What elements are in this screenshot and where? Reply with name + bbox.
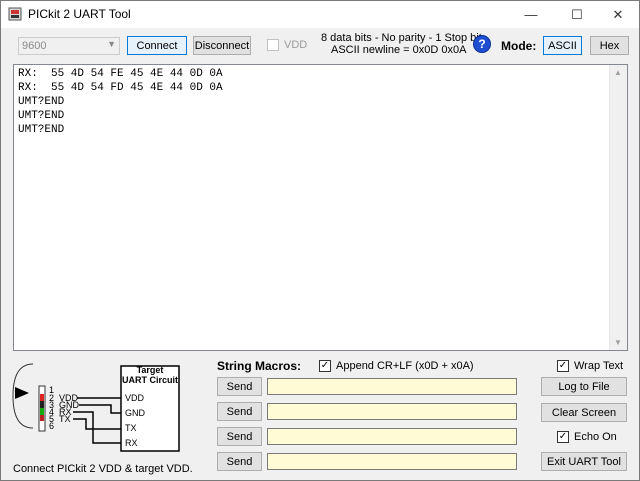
disconnect-button[interactable]: Disconnect: [193, 36, 251, 55]
close-button[interactable]: ✕: [595, 1, 640, 28]
title-bar: PICkit 2 UART Tool — ☐ ✕: [1, 1, 639, 28]
console-line: RX: 55 4D 54 FD 45 4E 44 0D 0A: [18, 82, 223, 94]
send-macro-1-button[interactable]: Send: [217, 377, 262, 396]
uart-tool-window: PICkit 2 UART Tool — ☐ ✕ 9600 ▼ Connect …: [0, 0, 640, 481]
baud-rate-select[interactable]: 9600 ▼: [18, 37, 120, 55]
check-icon: ✓: [558, 360, 568, 371]
macro-1-input[interactable]: [267, 378, 517, 395]
target-title: Target: [137, 365, 164, 375]
target-pin-label: RX: [125, 438, 138, 448]
target-subtitle: UART Circuit: [122, 375, 178, 385]
append-crlf-label: Append CR+LF (x0D + x0A): [336, 360, 474, 372]
scroll-down-icon[interactable]: ▼: [614, 338, 622, 347]
clear-screen-button[interactable]: Clear Screen: [541, 403, 627, 422]
append-crlf-checkbox[interactable]: ✓: [319, 360, 331, 372]
send-macro-4-button[interactable]: Send: [217, 452, 262, 471]
echo-on-label: Echo On: [574, 431, 617, 443]
console-line: UMT?END: [18, 96, 65, 108]
wrap-text-label: Wrap Text: [574, 360, 624, 372]
chevron-down-icon: ▼: [107, 39, 116, 49]
console-line: UMT?END: [18, 110, 65, 122]
console-line: UMT?END: [18, 124, 65, 136]
macro-4-input[interactable]: [267, 453, 517, 470]
app-icon: [8, 7, 22, 21]
connect-button[interactable]: Connect: [127, 36, 187, 55]
newline-info: ASCII newline = 0x0D 0x0A: [331, 44, 467, 56]
mode-label: Mode:: [501, 39, 537, 53]
target-pin-label: TX: [125, 423, 137, 433]
scroll-up-icon[interactable]: ▲: [614, 68, 622, 77]
macro-2-input[interactable]: [267, 403, 517, 420]
help-icon: ?: [478, 37, 486, 51]
target-pin-label: GND: [125, 408, 146, 418]
window-title: PICkit 2 UART Tool: [28, 7, 131, 21]
baud-rate-value: 9600: [22, 40, 47, 52]
console-line: RX: 55 4D 54 FE 45 4E 44 0D 0A: [18, 68, 223, 80]
ascii-mode-button[interactable]: ASCII: [543, 36, 582, 55]
string-macros-title: String Macros:: [217, 359, 302, 373]
maximize-button[interactable]: ☐: [554, 1, 600, 28]
help-button[interactable]: ?: [473, 35, 491, 53]
log-to-file-button[interactable]: Log to File: [541, 377, 627, 396]
check-icon: ✓: [320, 360, 330, 371]
pin-number: 6: [49, 421, 54, 431]
hex-mode-button[interactable]: Hex: [590, 36, 629, 55]
send-macro-3-button[interactable]: Send: [217, 427, 262, 446]
uart-wiring-diagram: 1 2 3 4 5 6 VDD GND RX TX Target UART Ci…: [12, 363, 180, 452]
send-macro-2-button[interactable]: Send: [217, 402, 262, 421]
macro-3-input[interactable]: [267, 428, 517, 445]
pin1-arrow-icon: [15, 387, 29, 399]
console-output[interactable]: RX: 55 4D 54 FE 45 4E 44 0D 0A RX: 55 4D …: [13, 64, 628, 351]
exit-uart-tool-button[interactable]: Exit UART Tool: [541, 452, 627, 471]
check-icon: ✓: [558, 431, 568, 442]
wire-label: TX: [59, 414, 71, 424]
minimize-button[interactable]: —: [508, 1, 554, 28]
serial-format-info: 8 data bits - No parity - 1 Stop bit.: [321, 32, 485, 44]
console-scrollbar[interactable]: ▲ ▼: [609, 65, 627, 350]
vdd-connect-note: Connect PICkit 2 VDD & target VDD.: [13, 463, 193, 475]
echo-on-checkbox[interactable]: ✓: [557, 431, 569, 443]
wrap-text-checkbox[interactable]: ✓: [557, 360, 569, 372]
vdd-checkbox[interactable]: [267, 39, 279, 51]
target-pin-label: VDD: [125, 393, 145, 403]
vdd-label: VDD: [284, 39, 308, 51]
